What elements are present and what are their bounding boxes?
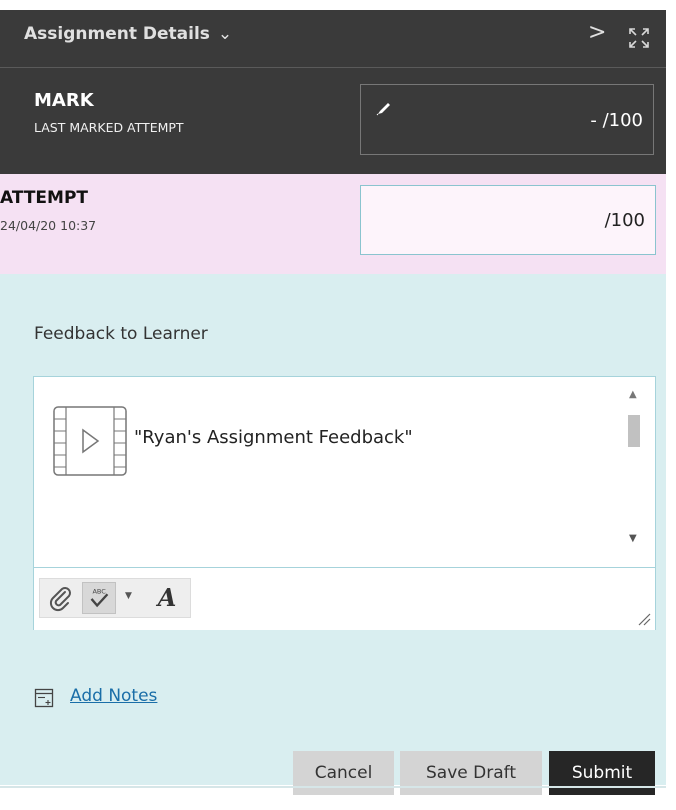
feedback-label: Feedback to Learner xyxy=(34,324,208,344)
panel-header: Assignment Details ⌄ > xyxy=(0,10,666,68)
submit-button[interactable]: Submit xyxy=(549,751,655,795)
notes-icon xyxy=(34,688,54,708)
bottom-divider xyxy=(0,786,666,788)
resize-handle-icon[interactable] xyxy=(637,612,651,626)
editor-content[interactable]: "Ryan's Assignment Feedback" xyxy=(34,377,619,567)
svg-text:ABC: ABC xyxy=(92,587,106,595)
header-title: Assignment Details xyxy=(24,24,210,44)
editor-scrollbar[interactable]: ▲ ▼ xyxy=(621,377,655,567)
spellcheck-dropdown-icon[interactable]: ▼ xyxy=(125,591,132,601)
assignment-details-dropdown[interactable]: Assignment Details ⌄ xyxy=(24,24,232,44)
mark-field[interactable]: - /100 xyxy=(360,84,654,155)
attempt-date: 24/04/20 10:37 xyxy=(0,218,97,233)
scroll-down-icon[interactable]: ▼ xyxy=(629,533,637,544)
spellcheck-icon[interactable]: ABC xyxy=(82,582,116,614)
feedback-attachment-title: "Ryan's Assignment Feedback" xyxy=(134,427,413,448)
expand-icon[interactable] xyxy=(628,27,650,49)
pencil-icon[interactable] xyxy=(375,99,393,117)
add-notes-link[interactable]: Add Notes xyxy=(70,686,157,706)
attempt-title: ATTEMPT xyxy=(0,188,89,208)
attempt-value: /100 xyxy=(604,210,645,231)
mark-section: MARK LAST MARKED ATTEMPT - /100 xyxy=(0,68,666,174)
toolbar-button-group: ABC ▼ A xyxy=(39,578,191,618)
cancel-button[interactable]: Cancel xyxy=(293,751,394,795)
chevron-down-icon: ⌄ xyxy=(217,24,233,44)
next-icon[interactable]: > xyxy=(588,20,606,45)
feedback-section: Feedback to Learner "Ryan's Assignment F… xyxy=(0,274,666,795)
font-style-icon[interactable]: A xyxy=(150,582,184,614)
mark-subtitle: LAST MARKED ATTEMPT xyxy=(34,120,184,135)
mark-value: - /100 xyxy=(590,110,643,131)
video-file-icon[interactable] xyxy=(52,405,128,477)
attempt-grade-input[interactable]: /100 xyxy=(360,185,656,255)
editor-toolbar: ABC ▼ A xyxy=(34,567,655,630)
save-draft-button[interactable]: Save Draft xyxy=(400,751,542,795)
attach-icon[interactable] xyxy=(44,582,78,614)
grading-panel: Assignment Details ⌄ > MARK LAST MARKED A… xyxy=(0,10,666,795)
attempt-section: ATTEMPT 24/04/20 10:37 /100 xyxy=(0,174,666,274)
scroll-up-icon[interactable]: ▲ xyxy=(629,389,637,400)
mark-title: MARK xyxy=(34,90,94,111)
scrollbar-thumb[interactable] xyxy=(628,415,640,447)
feedback-editor[interactable]: "Ryan's Assignment Feedback" ▲ ▼ ABC ▼ A xyxy=(33,376,656,630)
